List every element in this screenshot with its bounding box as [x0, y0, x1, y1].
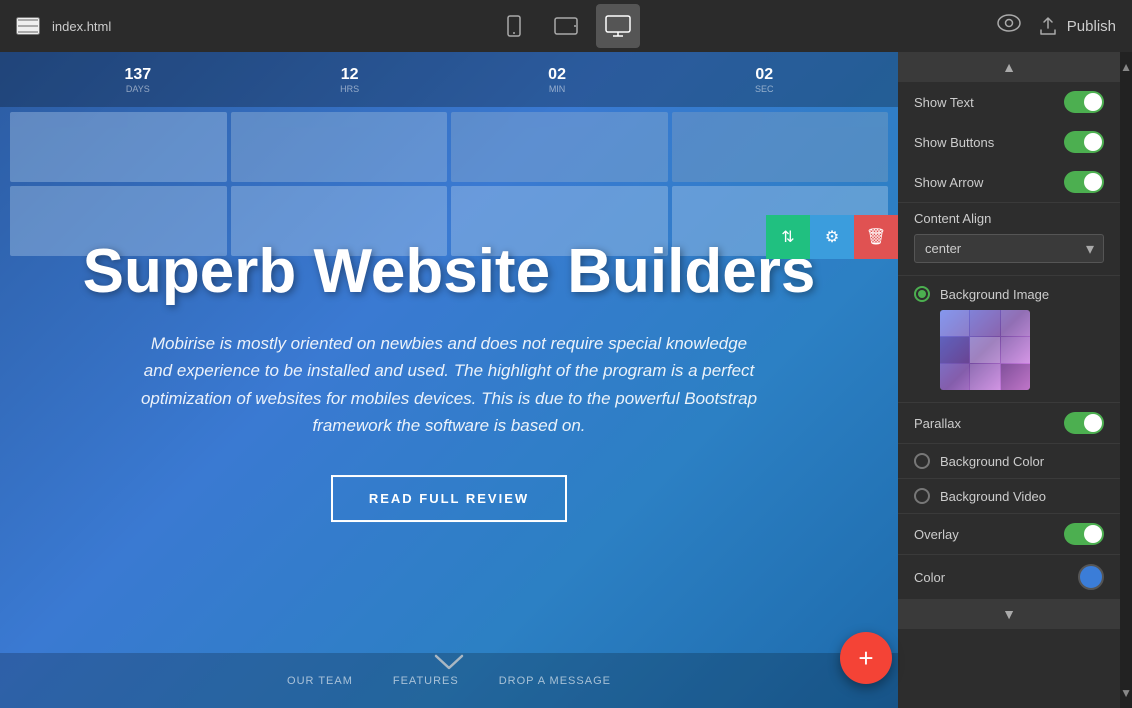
- parallax-row: Parallax: [898, 403, 1120, 444]
- content-align-label: Content Align: [914, 211, 1104, 226]
- topbar: index.html Publish: [0, 0, 1132, 52]
- bg-color-row: Background Color: [898, 444, 1120, 479]
- topbar-right: Publish: [997, 14, 1116, 38]
- preview-button[interactable]: [997, 14, 1021, 38]
- bg-image-section: Background Image: [898, 276, 1120, 403]
- color-row: Color: [898, 555, 1120, 599]
- publish-label: Publish: [1067, 18, 1116, 35]
- countdown-days: 137 DAYS: [124, 66, 151, 94]
- show-buttons-label: Show Buttons: [914, 135, 994, 150]
- overlay-label: Overlay: [914, 527, 959, 542]
- color-swatch[interactable]: [1078, 564, 1104, 590]
- countdown-min: 02 MIN: [548, 66, 566, 94]
- thumb-2: [231, 112, 448, 182]
- add-icon: +: [858, 643, 873, 674]
- hero-cta-button[interactable]: READ FULL REVIEW: [331, 475, 567, 522]
- bg-image-radio[interactable]: [914, 286, 930, 302]
- thumb-3: [451, 112, 668, 182]
- bg-color-label: Background Color: [940, 454, 1044, 469]
- overlay-row: Overlay: [898, 514, 1120, 555]
- parallax-label: Parallax: [914, 416, 961, 431]
- bg-image-label: Background Image: [940, 287, 1049, 302]
- show-arrow-toggle[interactable]: [1064, 171, 1104, 193]
- gear-icon: ⚙: [825, 227, 839, 247]
- content-align-select[interactable]: left center right: [914, 234, 1104, 263]
- show-arrow-label: Show Arrow: [914, 175, 983, 190]
- desktop-device-button[interactable]: [596, 4, 640, 48]
- device-switcher: [492, 4, 640, 48]
- show-text-label: Show Text: [914, 95, 974, 110]
- bottom-bar: OUR TEAM FEATURES DROP A MESSAGE: [0, 653, 898, 708]
- right-panel: ▲ Show Text Show Buttons Show Arrow Cont…: [898, 52, 1120, 708]
- bg-thumbnails: [0, 112, 898, 256]
- bg-video-row: Background Video: [898, 479, 1120, 514]
- topbar-left: index.html: [16, 17, 111, 35]
- main-area: 137 DAYS 12 HRS 02 MIN 02 SEC Superb Web…: [0, 52, 1132, 708]
- bg-image-row: Background Image: [914, 286, 1104, 302]
- countdown-bar: 137 DAYS 12 HRS 02 MIN 02 SEC: [0, 52, 898, 107]
- countdown-sec: 02 SEC: [755, 66, 774, 94]
- hero-subtitle: Mobirise is mostly oriented on newbies a…: [139, 330, 759, 439]
- publish-button[interactable]: Publish: [1037, 16, 1116, 36]
- parallax-toggle[interactable]: [1064, 412, 1104, 434]
- bottom-item-1: OUR TEAM: [287, 675, 353, 687]
- color-label: Color: [914, 570, 945, 585]
- panel-scroll-up[interactable]: ▲: [898, 52, 1120, 82]
- bg-color-radio[interactable]: [914, 453, 930, 469]
- section-toolbar: ⇅ ⚙ 🗑: [766, 215, 898, 259]
- show-buttons-row: Show Buttons: [898, 122, 1120, 162]
- hero-title: Superb Website Builders: [59, 238, 839, 306]
- add-section-fab[interactable]: +: [840, 632, 892, 684]
- show-buttons-toggle[interactable]: [1064, 131, 1104, 153]
- bg-thumbnail[interactable]: [940, 310, 1030, 390]
- bg-thumb-preview: [940, 310, 1030, 390]
- mobile-device-button[interactable]: [492, 4, 536, 48]
- thumb-1: [10, 112, 227, 182]
- settings-section-button[interactable]: ⚙: [810, 215, 854, 259]
- panel-scroll-down[interactable]: ▼: [898, 599, 1120, 629]
- thumb-4: [672, 112, 889, 182]
- countdown-hours: 12 HRS: [340, 66, 359, 94]
- bottom-item-2: FEATURES: [393, 675, 459, 687]
- bg-video-label: Background Video: [940, 489, 1046, 504]
- tablet-device-button[interactable]: [544, 4, 588, 48]
- far-right-scrollbar: ▲ ▼: [1120, 52, 1132, 708]
- overlay-toggle[interactable]: [1064, 523, 1104, 545]
- move-icon: ⇅: [781, 227, 794, 247]
- move-section-button[interactable]: ⇅: [766, 215, 810, 259]
- content-align-section: Content Align left center right: [898, 203, 1120, 276]
- show-arrow-row: Show Arrow: [898, 162, 1120, 202]
- bottom-item-3: DROP A MESSAGE: [499, 675, 611, 687]
- menu-button[interactable]: [16, 17, 40, 35]
- canvas: 137 DAYS 12 HRS 02 MIN 02 SEC Superb Web…: [0, 52, 898, 708]
- hero-content: Superb Website Builders Mobirise is most…: [59, 238, 839, 522]
- show-text-row: Show Text: [898, 82, 1120, 122]
- trash-icon: 🗑: [866, 227, 886, 247]
- delete-section-button[interactable]: 🗑: [854, 215, 898, 259]
- show-text-toggle[interactable]: [1064, 91, 1104, 113]
- bg-video-radio[interactable]: [914, 488, 930, 504]
- align-select-wrapper: left center right: [914, 234, 1104, 263]
- file-name: index.html: [52, 19, 111, 34]
